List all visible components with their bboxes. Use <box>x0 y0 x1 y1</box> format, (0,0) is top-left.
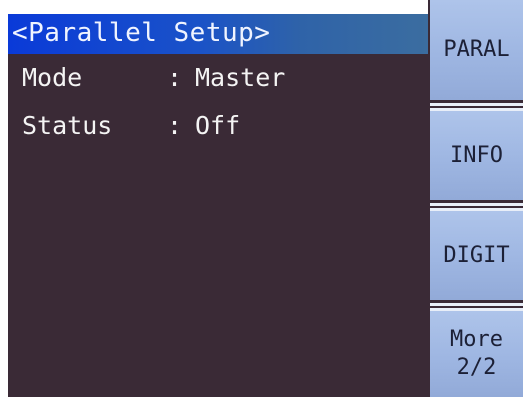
parameter-panel: Mode: Master Status: Off <box>8 54 428 397</box>
softkey-page-indicator: 2/2 <box>456 355 497 380</box>
parameter-separator: : <box>167 111 183 140</box>
softkey-more[interactable]: More 2/2 <box>430 308 523 397</box>
parameter-separator: : <box>167 63 183 92</box>
softkey-label: More <box>450 327 503 352</box>
softkey-info[interactable]: INFO <box>430 108 523 206</box>
parameter-label: Mode <box>22 63 83 92</box>
softkey-label: INFO <box>450 142 503 168</box>
parameter-value: Off <box>195 111 241 140</box>
softkey-label: DIGIT <box>443 242 510 268</box>
softkey-digit[interactable]: DIGIT <box>430 208 523 306</box>
parameter-row-mode[interactable]: Mode: Master <box>22 62 285 94</box>
parameter-row-status[interactable]: Status: Off <box>22 110 240 142</box>
softkey-paral[interactable]: PARAL <box>430 0 523 106</box>
parameter-value: Master <box>195 63 286 92</box>
softkey-label: PARAL <box>443 37 510 62</box>
page-title: <Parallel Setup> <box>12 18 271 48</box>
parameter-label: Status <box>22 111 113 140</box>
title-bar: <Parallel Setup> <box>8 14 428 54</box>
softkey-column: PARAL INFO DIGIT More 2/2 <box>428 0 523 397</box>
